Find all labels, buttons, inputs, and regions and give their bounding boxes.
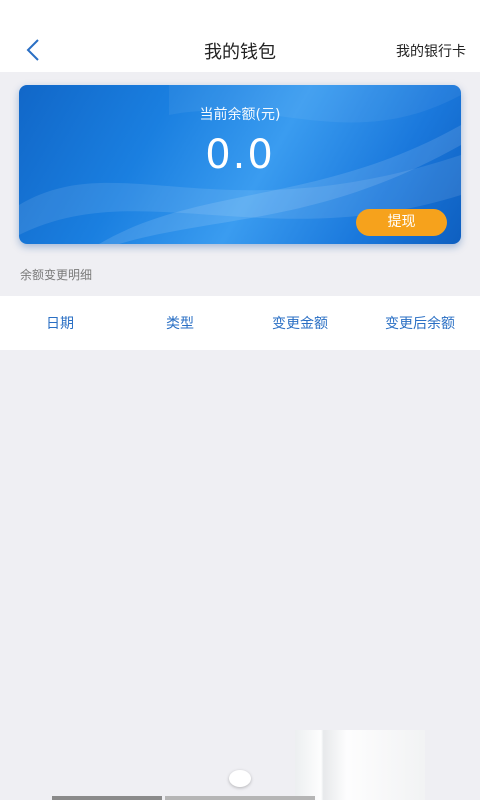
my-bank-card-link[interactable]: 我的银行卡: [396, 41, 466, 61]
column-header-type: 类型: [166, 316, 194, 332]
bottom-scroll-bar-secondary: [165, 796, 315, 800]
withdraw-button[interactable]: 提现: [356, 209, 447, 236]
column-header-balance-after: 变更后余额: [385, 316, 455, 332]
balance-label: 当前余额(元): [199, 107, 281, 123]
bottom-scroll-bar: [52, 796, 162, 800]
wallet-page: 我的钱包 我的银行卡 当前余额(元) 0.0 提现 余额变更明细 日期 类型 变…: [0, 0, 480, 800]
detail-table-header: 日期 类型 变更金额 变更后余额: [0, 296, 480, 350]
column-header-date: 日期: [46, 316, 74, 332]
column-header-change-amount: 变更金额: [272, 316, 328, 332]
top-header: 我的钱包 我的银行卡: [0, 0, 480, 72]
balance-amount: 0.0: [205, 132, 275, 178]
balance-detail-label: 余额变更明细: [20, 268, 93, 282]
home-indicator-dot[interactable]: [229, 770, 251, 787]
background-overlay: [295, 730, 425, 800]
